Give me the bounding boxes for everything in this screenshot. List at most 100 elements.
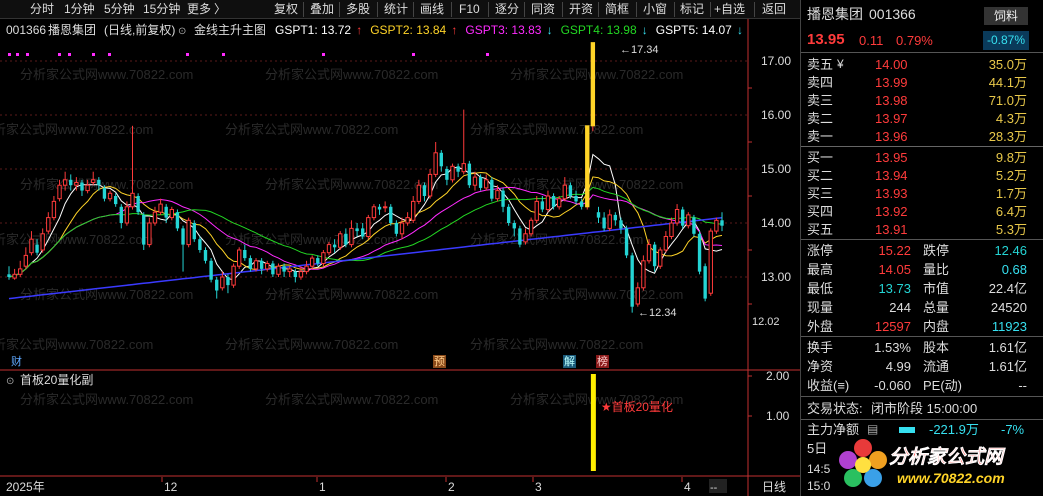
chart-header-formula[interactable]: 金线主升主图 bbox=[194, 22, 266, 37]
candle-body bbox=[630, 255, 634, 307]
candle-body bbox=[714, 219, 719, 232]
x-axis-month-2: 2 bbox=[448, 480, 455, 494]
day-label[interactable]: 5日 bbox=[807, 441, 827, 456]
candle-body bbox=[355, 228, 359, 232]
stat-value: 13.73 bbox=[878, 281, 911, 296]
watermark-text: 分析家公式网www.70822.com bbox=[265, 392, 438, 407]
signal-dot bbox=[412, 53, 415, 56]
candle-body bbox=[107, 192, 113, 200]
stat-label: 最低 bbox=[807, 281, 834, 296]
candle-body bbox=[506, 206, 511, 223]
candle-body bbox=[198, 239, 202, 250]
bid-volume: 5.3万 bbox=[995, 222, 1027, 237]
sub-signal-label: ★首板20量化 bbox=[601, 400, 673, 414]
btn-back[interactable]: 返回 bbox=[762, 2, 786, 17]
candle-body bbox=[215, 279, 219, 291]
btn-xiaochuang[interactable]: 小窗 bbox=[643, 2, 667, 17]
candle-body bbox=[534, 200, 539, 221]
flow-list-icon[interactable]: ▤ bbox=[867, 422, 878, 437]
candle-body bbox=[585, 125, 590, 208]
x-axis-dash[interactable]: -- bbox=[710, 482, 718, 494]
btn-tongzi[interactable]: 同资 bbox=[531, 2, 555, 17]
candle-body bbox=[192, 223, 196, 240]
candle-body bbox=[181, 228, 185, 245]
candle-body bbox=[394, 223, 399, 234]
tab-1min[interactable]: 1分钟 bbox=[64, 2, 95, 17]
industry-badge[interactable]: 饲料 bbox=[984, 7, 1028, 25]
candle-body bbox=[175, 212, 180, 229]
tab-5min[interactable]: 5分钟 bbox=[104, 2, 135, 17]
sub-dropdown-icon[interactable]: ⊙ bbox=[6, 376, 14, 387]
quote-panel: 播恩集团 001366 饲料 13.95 0.11 0.79% -0.87% 交… bbox=[800, 0, 1043, 496]
fin-label: 收益(≡) bbox=[807, 378, 850, 393]
btn-add-favorite[interactable]: +自选 bbox=[714, 2, 745, 17]
stat-value: 14.05 bbox=[878, 262, 911, 277]
candle-body bbox=[439, 152, 443, 167]
ask-label: 卖三 bbox=[807, 93, 834, 108]
candle-body bbox=[46, 217, 51, 232]
candle-body bbox=[518, 228, 522, 245]
btn-f10[interactable]: F10 bbox=[459, 2, 480, 17]
watermark-text: 分析家公式网www.70822.com bbox=[510, 67, 683, 82]
watermark-text: 分析家公式网www.70822.com bbox=[20, 392, 193, 407]
signal-dot bbox=[26, 53, 29, 56]
kline-chart[interactable]: 分析家公式网www.70822.com 分析家公式网www.70822.com 分析… bbox=[0, 19, 800, 496]
candle-body bbox=[7, 274, 11, 277]
ask-volume: 35.0万 bbox=[988, 57, 1027, 72]
candle-body bbox=[708, 230, 713, 294]
btn-stats[interactable]: 统计 bbox=[384, 2, 408, 17]
event-yu[interactable]: 预 bbox=[434, 355, 445, 368]
candle-body bbox=[501, 190, 505, 207]
candle-body bbox=[142, 214, 146, 245]
legend-item: GSPT1: 13.72 bbox=[275, 23, 351, 37]
last-price: 13.95 bbox=[807, 31, 845, 48]
legend-arrow: ↑ bbox=[451, 23, 457, 37]
event-jie[interactable]: 解 bbox=[564, 354, 575, 368]
candle-body bbox=[253, 260, 259, 270]
event-cai[interactable]: 财 bbox=[11, 354, 22, 368]
event-bang[interactable]: 榜 bbox=[597, 354, 608, 368]
tab-more[interactable]: 更多 bbox=[187, 2, 211, 17]
fin-label: 净资 bbox=[807, 359, 834, 374]
signal-dot bbox=[58, 53, 61, 56]
price-tick: 17.00 bbox=[761, 54, 791, 68]
ask-volume: 28.3万 bbox=[988, 129, 1027, 144]
candle-body bbox=[113, 196, 118, 205]
btn-biaoji[interactable]: 标记 bbox=[680, 2, 704, 17]
candle-body bbox=[427, 173, 433, 197]
formula-dropdown-icon[interactable]: ⊙ bbox=[178, 26, 186, 37]
watermark-text: 分析家公式网www.70822.com bbox=[0, 337, 153, 352]
stat-value: 15.22 bbox=[878, 243, 911, 258]
sub-panel-title: 首板20量化副 bbox=[20, 373, 93, 387]
bid-price: 13.93 bbox=[875, 186, 908, 201]
ask-volume: 71.0万 bbox=[988, 93, 1027, 108]
legend-item: GSPT5: 14.07 bbox=[656, 23, 732, 37]
candle-body bbox=[265, 263, 270, 270]
tab-fenshi[interactable]: 分时 bbox=[30, 2, 54, 17]
btn-fuquan[interactable]: 复权 bbox=[274, 2, 298, 17]
candle-body bbox=[456, 166, 460, 172]
watermark-text: 分析家公式网www.70822.com bbox=[470, 122, 643, 137]
candle-body bbox=[450, 165, 455, 181]
btn-multi[interactable]: 多股 bbox=[346, 2, 370, 17]
signal-dot bbox=[222, 53, 225, 56]
candle-body bbox=[51, 200, 57, 219]
stat-value: 0.68 bbox=[1001, 262, 1027, 277]
x-axis-year: 2025年 bbox=[6, 480, 45, 494]
more-arrow-icon[interactable]: 〉 bbox=[214, 2, 226, 17]
candle-body bbox=[596, 212, 601, 218]
chart-header-period: (日线,前复权) bbox=[104, 22, 175, 37]
bid-label: 买四 bbox=[807, 204, 834, 219]
candle-body bbox=[445, 169, 449, 180]
legend-arrow: ↑ bbox=[356, 23, 362, 37]
watermark-text: 分析家公式网www.70822.com bbox=[265, 177, 438, 192]
x-axis-period[interactable]: 日线 bbox=[762, 480, 786, 494]
candle-body bbox=[641, 260, 646, 289]
btn-zhufen[interactable]: 逐分 bbox=[495, 2, 519, 17]
btn-overlay[interactable]: 叠加 bbox=[310, 2, 334, 17]
btn-jiankuang[interactable]: 简框 bbox=[605, 2, 629, 17]
site-logo: 分析家公式网 www.70822.com bbox=[837, 436, 1037, 494]
tab-15min[interactable]: 15分钟 bbox=[143, 2, 180, 17]
btn-kaizi[interactable]: 开资 bbox=[569, 2, 593, 17]
btn-draw[interactable]: 画线 bbox=[420, 2, 444, 17]
